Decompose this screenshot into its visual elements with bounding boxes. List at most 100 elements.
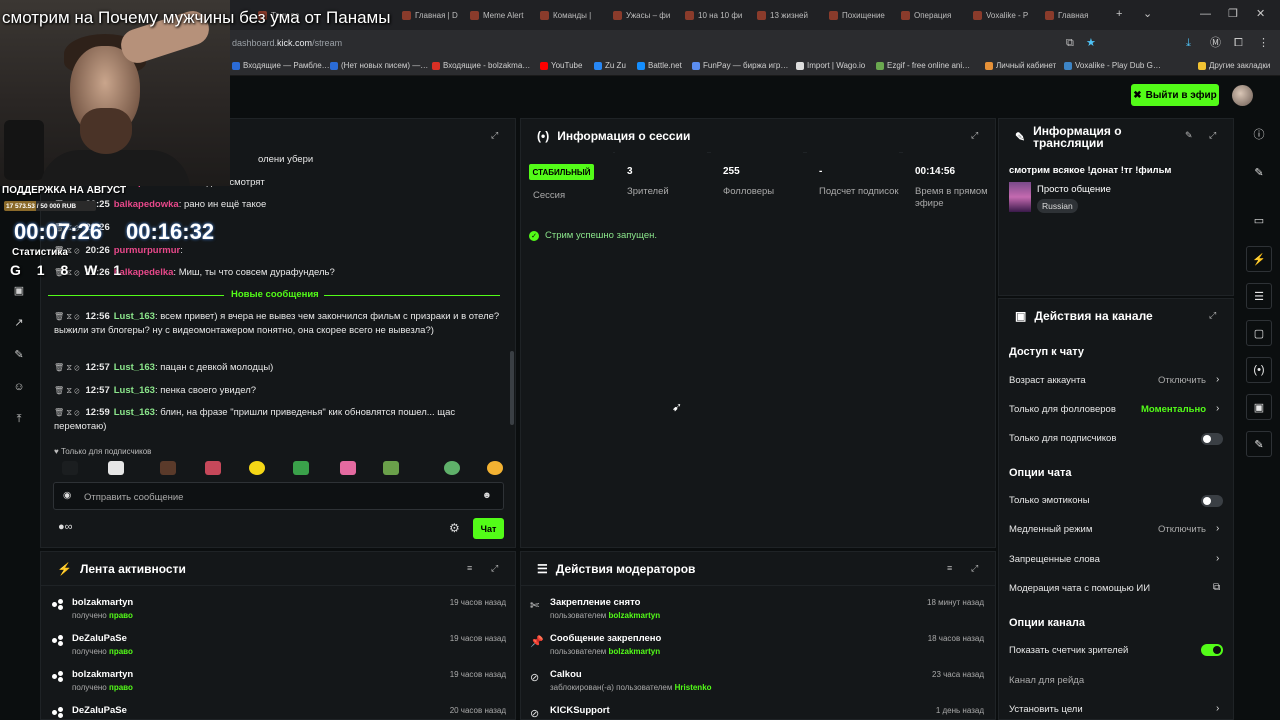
users-icon[interactable]: ☺ bbox=[12, 380, 26, 394]
emote[interactable] bbox=[340, 461, 356, 475]
subs-only-toggle[interactable] bbox=[1201, 433, 1223, 445]
analytics-icon[interactable]: ↗ bbox=[12, 316, 26, 330]
avatar[interactable] bbox=[1232, 85, 1253, 106]
emote[interactable] bbox=[383, 461, 399, 475]
chat-username[interactable]: Lust_163 bbox=[114, 385, 155, 396]
new-tab-icon[interactable]: + bbox=[1116, 8, 1122, 20]
emote[interactable] bbox=[160, 461, 176, 475]
chat-username[interactable]: purmurpurmur bbox=[114, 245, 181, 256]
wrench-icon[interactable]: ✎ bbox=[12, 348, 26, 362]
bookmark[interactable]: YouTube bbox=[540, 61, 582, 70]
browser-tab[interactable]: Meme Alert bbox=[470, 5, 536, 25]
broadcast-icon[interactable]: (•) bbox=[1246, 357, 1272, 383]
bookmark-star-icon[interactable]: ★ bbox=[1086, 37, 1096, 49]
bookmark[interactable]: Другие закладки bbox=[1198, 61, 1270, 70]
browser-tab[interactable]: Главная bbox=[1045, 5, 1111, 25]
stream-icon[interactable]: ▣ bbox=[12, 284, 26, 298]
activity-item[interactable]: bolzakmartyn получено право bbox=[72, 669, 133, 692]
mod-action-icons[interactable]: 🗑 ⧖ ⊘ bbox=[54, 312, 79, 321]
emotes-only-toggle[interactable] bbox=[1201, 495, 1223, 507]
bookmark[interactable]: Battle.net bbox=[637, 61, 682, 70]
chat-username[interactable]: Lust_163 bbox=[114, 407, 155, 418]
filter-icon[interactable]: ≡ bbox=[467, 563, 477, 573]
emote[interactable] bbox=[444, 461, 460, 475]
chat-send-button[interactable]: Чат bbox=[473, 518, 504, 539]
activity-item[interactable]: bolzakmartyn получено право bbox=[72, 597, 133, 620]
chat-popout-icon[interactable]: ⤢ bbox=[491, 130, 501, 140]
emote[interactable] bbox=[487, 461, 503, 475]
emote[interactable] bbox=[205, 461, 221, 475]
mod-actions-popout-icon[interactable]: ⤢ bbox=[971, 563, 981, 573]
channel-actions-popout-icon[interactable]: ⤢ bbox=[1209, 310, 1219, 320]
browser-tab[interactable]: Похищение bbox=[829, 5, 895, 25]
chat-settings-gear-icon[interactable]: ⚙ bbox=[449, 521, 460, 535]
mod_actions-item[interactable]: KICKSupport bbox=[550, 705, 610, 716]
chat-icon[interactable]: ▢ bbox=[1246, 320, 1272, 346]
maximize-icon[interactable]: ❐ bbox=[1228, 8, 1238, 20]
emote[interactable] bbox=[293, 461, 309, 475]
extensions-icon[interactable]: ⧠ bbox=[1234, 37, 1243, 49]
followers-only-value[interactable]: Моментально bbox=[1120, 404, 1206, 415]
chat-username[interactable]: balkapedowka bbox=[114, 199, 179, 210]
slow-mode-value[interactable]: Отключить bbox=[1120, 524, 1206, 535]
stream-info-popout-icon[interactable]: ⤢ bbox=[1209, 130, 1219, 140]
bookmark[interactable]: (Нет новых писем) —… bbox=[330, 61, 428, 70]
browser-tab[interactable]: Главная | D bbox=[402, 5, 468, 25]
filter-icon[interactable]: ≡ bbox=[947, 563, 957, 573]
session-popout-icon[interactable]: ⤢ bbox=[971, 130, 981, 140]
chevron-right-icon[interactable]: › bbox=[1216, 374, 1219, 385]
emote[interactable] bbox=[249, 461, 265, 475]
raid-channel-label[interactable]: Канал для рейда bbox=[1009, 675, 1084, 686]
go-live-button[interactable]: ✖ Выйти в эфир bbox=[1131, 84, 1219, 106]
chat-username[interactable]: Lust_163 bbox=[114, 362, 155, 373]
quick-action-icon[interactable]: ⚡ bbox=[1246, 246, 1272, 272]
emote[interactable] bbox=[62, 461, 78, 475]
emoji-icon[interactable]: ☻ bbox=[482, 490, 492, 501]
tab-search-icon[interactable]: ⌄ bbox=[1143, 8, 1152, 20]
mod-action-icons[interactable]: 🗑 ⧖ ⊘ bbox=[54, 363, 79, 372]
chevron-right-icon[interactable]: › bbox=[1216, 523, 1219, 534]
chat-username[interactable]: Lust_163 bbox=[114, 311, 155, 322]
profile-icon[interactable]: Ⓜ bbox=[1210, 37, 1221, 49]
ai-moderation-label[interactable]: Модерация чата с помощью ИИ bbox=[1009, 583, 1150, 594]
mod_actions-item[interactable]: Сообщение закреплено пользователем bolzak… bbox=[550, 633, 661, 656]
browser-tab[interactable]: 10 на 10 фи bbox=[685, 5, 751, 25]
install-app-icon[interactable]: ⧉ bbox=[1066, 37, 1074, 49]
bookmark[interactable]: FunPay — биржа игр… bbox=[692, 61, 788, 70]
minimize-icon[interactable]: — bbox=[1200, 8, 1211, 20]
bookmark[interactable]: Входящие — Рамбле… bbox=[232, 61, 330, 70]
chat-input[interactable]: ◉ Отправить сообщение ☻ bbox=[53, 482, 504, 510]
download-icon[interactable]: ⤓ bbox=[1186, 37, 1191, 49]
browser-tab[interactable]: Команды | bbox=[540, 5, 606, 25]
edit-icon[interactable]: ✎ bbox=[1252, 166, 1266, 180]
bookmark[interactable]: Личный кабинет bbox=[985, 61, 1056, 70]
video-icon[interactable]: ▭ bbox=[1252, 214, 1266, 228]
chevron-right-icon[interactable]: › bbox=[1216, 703, 1219, 714]
mod-action-icons[interactable]: 🗑 ⧖ ⊘ bbox=[54, 386, 79, 395]
bookmark[interactable]: Zu Zu bbox=[594, 61, 626, 70]
bookmark[interactable]: Import | Wago.io bbox=[796, 61, 865, 70]
activity-popout-icon[interactable]: ⤢ bbox=[491, 563, 501, 573]
account-age-value[interactable]: Отключить bbox=[1120, 375, 1206, 386]
list-icon[interactable]: ☰ bbox=[1246, 283, 1272, 309]
activity-item[interactable]: DeZaluPaSe получено право bbox=[72, 633, 133, 656]
chat-identity-icon[interactable]: ◉ bbox=[63, 490, 71, 501]
mod_actions-item[interactable]: Закрепление снято пользователем bolzakmar… bbox=[550, 597, 660, 620]
browser-tab[interactable]: Операция bbox=[901, 5, 967, 25]
url-field[interactable]: dashboard.kick.com/stream bbox=[232, 38, 342, 48]
emote[interactable] bbox=[108, 461, 124, 475]
menu-icon[interactable]: ⋮ bbox=[1258, 37, 1269, 49]
bookmark[interactable]: Входящие - bolzakma… bbox=[432, 61, 530, 70]
chat-scrollbar[interactable] bbox=[510, 351, 514, 425]
activity-item[interactable]: DeZaluPaSe bbox=[72, 705, 127, 716]
banned-words-label[interactable]: Запрещенные слова bbox=[1009, 554, 1100, 565]
wrench-icon[interactable]: ✎ bbox=[1246, 431, 1272, 457]
shield-icon[interactable]: ▣ bbox=[1246, 394, 1272, 420]
mod_actions-item[interactable]: Calkou заблокирован(-а) пользователем Hri… bbox=[550, 669, 712, 692]
external-link-icon[interactable]: ⧉ bbox=[1213, 582, 1220, 593]
upload-icon[interactable]: ⤒ bbox=[12, 412, 26, 426]
info-icon[interactable]: ⓘ bbox=[1252, 128, 1266, 142]
edit-stream-icon[interactable]: ✎ bbox=[1185, 130, 1195, 140]
show-viewers-toggle[interactable] bbox=[1201, 644, 1223, 656]
browser-tab[interactable]: Voxalike - P bbox=[973, 5, 1039, 25]
